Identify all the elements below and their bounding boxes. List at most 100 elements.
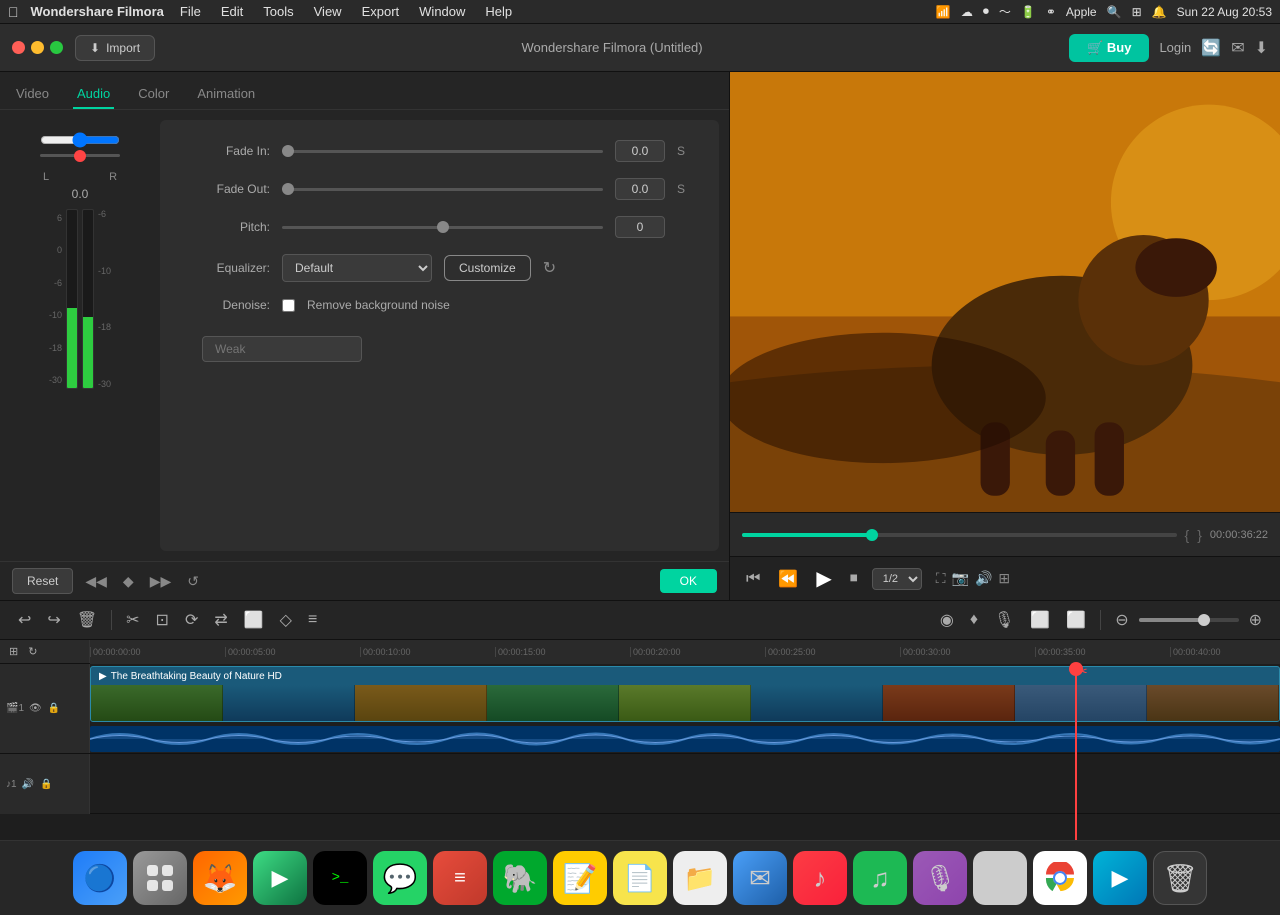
search-icon[interactable]: 🔍 bbox=[1107, 5, 1122, 19]
loop-button[interactable]: ↻ bbox=[25, 644, 40, 659]
tab-video[interactable]: Video bbox=[12, 80, 53, 109]
dock-music[interactable]: ♪ bbox=[793, 851, 847, 905]
delete-button[interactable]: 🗑 bbox=[71, 606, 103, 634]
menu-window[interactable]: Window bbox=[411, 2, 473, 21]
dock-firefox[interactable]: 🦊 bbox=[193, 851, 247, 905]
pitch-value[interactable] bbox=[615, 216, 665, 238]
zoom-out-button[interactable]: ⊖ bbox=[1109, 606, 1134, 634]
menu-view[interactable]: View bbox=[306, 2, 350, 21]
volume-slider[interactable] bbox=[40, 130, 120, 150]
dock-terminal[interactable]: >_ bbox=[313, 851, 367, 905]
dock-launchpad[interactable] bbox=[133, 851, 187, 905]
progress-thumb[interactable] bbox=[866, 529, 878, 541]
volume-knob[interactable] bbox=[74, 150, 86, 162]
audio-lock-toggle[interactable]: 🔒 bbox=[39, 778, 53, 791]
mic-button[interactable]: 🎙 bbox=[988, 606, 1020, 634]
flip-button[interactable]: ⇄ bbox=[208, 606, 233, 634]
fade-in-value[interactable] bbox=[615, 140, 665, 162]
lock-toggle[interactable]: 🔒 bbox=[47, 702, 61, 715]
play-button[interactable]: ▶ bbox=[812, 562, 835, 595]
record-btn[interactable]: ⬜ bbox=[1060, 606, 1092, 634]
more-tools-button[interactable]: ≡ bbox=[302, 607, 323, 633]
tab-animation[interactable]: Animation bbox=[193, 80, 259, 109]
pitch-slider[interactable] bbox=[282, 226, 603, 229]
video-clip[interactable]: ▶ The Breathtaking Beauty of Nature HD bbox=[90, 666, 1280, 722]
tab-color[interactable]: Color bbox=[134, 80, 173, 109]
skip-btn[interactable]: ▶▶ bbox=[146, 571, 176, 592]
dock-evernote[interactable]: 🐘 bbox=[493, 851, 547, 905]
diamond-btn[interactable]: ◆ bbox=[119, 571, 138, 592]
buy-button[interactable]: 🛒 Buy bbox=[1069, 34, 1149, 62]
dock-chrome[interactable] bbox=[1033, 851, 1087, 905]
zoom-in-button[interactable]: ⊕ bbox=[1243, 606, 1268, 634]
ai-button[interactable]: ◉ bbox=[934, 606, 960, 634]
spotify-icon: ♫ bbox=[870, 863, 890, 894]
stop-button[interactable]: ⏹ bbox=[846, 566, 862, 592]
add-track-button[interactable]: ⊞ bbox=[6, 644, 21, 659]
step-back-button[interactable]: ⏮ bbox=[742, 566, 764, 592]
screen-btn[interactable]: ⬜ bbox=[1024, 606, 1056, 634]
notification-icon[interactable]: 🔔 bbox=[1152, 5, 1167, 19]
fade-in-slider[interactable] bbox=[282, 150, 603, 153]
dock-finder[interactable]: 🔵 bbox=[73, 851, 127, 905]
resize-icon[interactable]: ⊞ bbox=[998, 570, 1010, 587]
dock-filmora[interactable]: ▶ bbox=[1093, 851, 1147, 905]
reset-button[interactable]: Reset bbox=[12, 568, 73, 594]
dock-stickies[interactable]: 📄 bbox=[613, 851, 667, 905]
menu-edit[interactable]: Edit bbox=[213, 2, 251, 21]
main-area: Video Audio Color Animation L R 0.0 bbox=[0, 72, 1280, 600]
apple-menu-icon[interactable]:  bbox=[8, 4, 19, 20]
tab-audio[interactable]: Audio bbox=[73, 80, 114, 109]
undo-icon-btn[interactable]: ◀◀ bbox=[81, 571, 111, 592]
frame-back-button[interactable]: ⏪ bbox=[774, 565, 802, 593]
login-button[interactable]: Login bbox=[1159, 40, 1191, 55]
dock-tasks[interactable]: ≡ bbox=[433, 851, 487, 905]
close-button[interactable] bbox=[12, 41, 25, 54]
redo-btn[interactable]: ↺ bbox=[183, 571, 203, 592]
menu-tools[interactable]: Tools bbox=[255, 2, 301, 21]
reset-eq-button[interactable]: ↻ bbox=[543, 258, 556, 278]
undo-button[interactable]: ↩ bbox=[12, 606, 37, 634]
download-icon: ⬇ bbox=[1255, 38, 1268, 58]
transform-button[interactable]: ⬜ bbox=[238, 606, 270, 634]
denoise-checkbox[interactable] bbox=[282, 299, 295, 312]
mask-button[interactable]: ◇ bbox=[274, 606, 298, 634]
rotate-button[interactable]: ⟳ bbox=[179, 606, 204, 634]
equalizer-select[interactable]: Default bbox=[282, 254, 432, 282]
dock-spotify[interactable]: ♫ bbox=[853, 851, 907, 905]
maximize-button[interactable] bbox=[50, 41, 63, 54]
control-center-icon[interactable]: ⊞ bbox=[1132, 5, 1142, 19]
dock-files[interactable]: 📁 bbox=[673, 851, 727, 905]
weak-input[interactable] bbox=[202, 336, 362, 362]
dock-podcasts[interactable]: 🎙 bbox=[913, 851, 967, 905]
speed-select[interactable]: 1/2 bbox=[872, 568, 922, 590]
redo-button[interactable]: ↪ bbox=[41, 606, 66, 634]
volume-preview-icon[interactable]: 🔊 bbox=[975, 570, 992, 587]
dock-chess[interactable]: ♟ bbox=[973, 851, 1027, 905]
dock-android-studio[interactable]: ▶ bbox=[253, 851, 307, 905]
fullscreen-icon[interactable]: ⛶ bbox=[936, 570, 946, 587]
menu-help[interactable]: Help bbox=[477, 2, 520, 21]
fade-out-slider[interactable] bbox=[282, 188, 603, 191]
eye-toggle[interactable]: 👁 bbox=[28, 702, 43, 715]
snapshot-icon[interactable]: 📷 bbox=[952, 570, 969, 587]
zoom-thumb[interactable] bbox=[1198, 614, 1210, 626]
menu-file[interactable]: File bbox=[172, 2, 209, 21]
dock-whatsapp[interactable]: 💬 bbox=[373, 851, 427, 905]
progress-bar[interactable] bbox=[742, 533, 1177, 537]
dock-mail[interactable]: ✉ bbox=[733, 851, 787, 905]
cut-button[interactable]: ✂ bbox=[120, 606, 145, 634]
customize-button[interactable]: Customize bbox=[444, 255, 531, 281]
dock-notes[interactable]: 📝 bbox=[553, 851, 607, 905]
minimize-button[interactable] bbox=[31, 41, 44, 54]
crop-button[interactable]: ⊡ bbox=[150, 606, 175, 634]
import-button[interactable]: ⬇ Import bbox=[75, 35, 155, 61]
ok-button[interactable]: OK bbox=[660, 569, 717, 593]
fade-out-value[interactable] bbox=[615, 178, 665, 200]
mask2-button[interactable]: ♦ bbox=[964, 607, 984, 633]
dock-trash[interactable]: 🗑 bbox=[1153, 851, 1207, 905]
menu-export[interactable]: Export bbox=[354, 2, 408, 21]
zoom-slider[interactable] bbox=[1139, 618, 1239, 622]
audio-mute-toggle[interactable]: 🔊 bbox=[21, 778, 35, 791]
datetime: Sun 22 Aug 20:53 bbox=[1177, 5, 1272, 19]
